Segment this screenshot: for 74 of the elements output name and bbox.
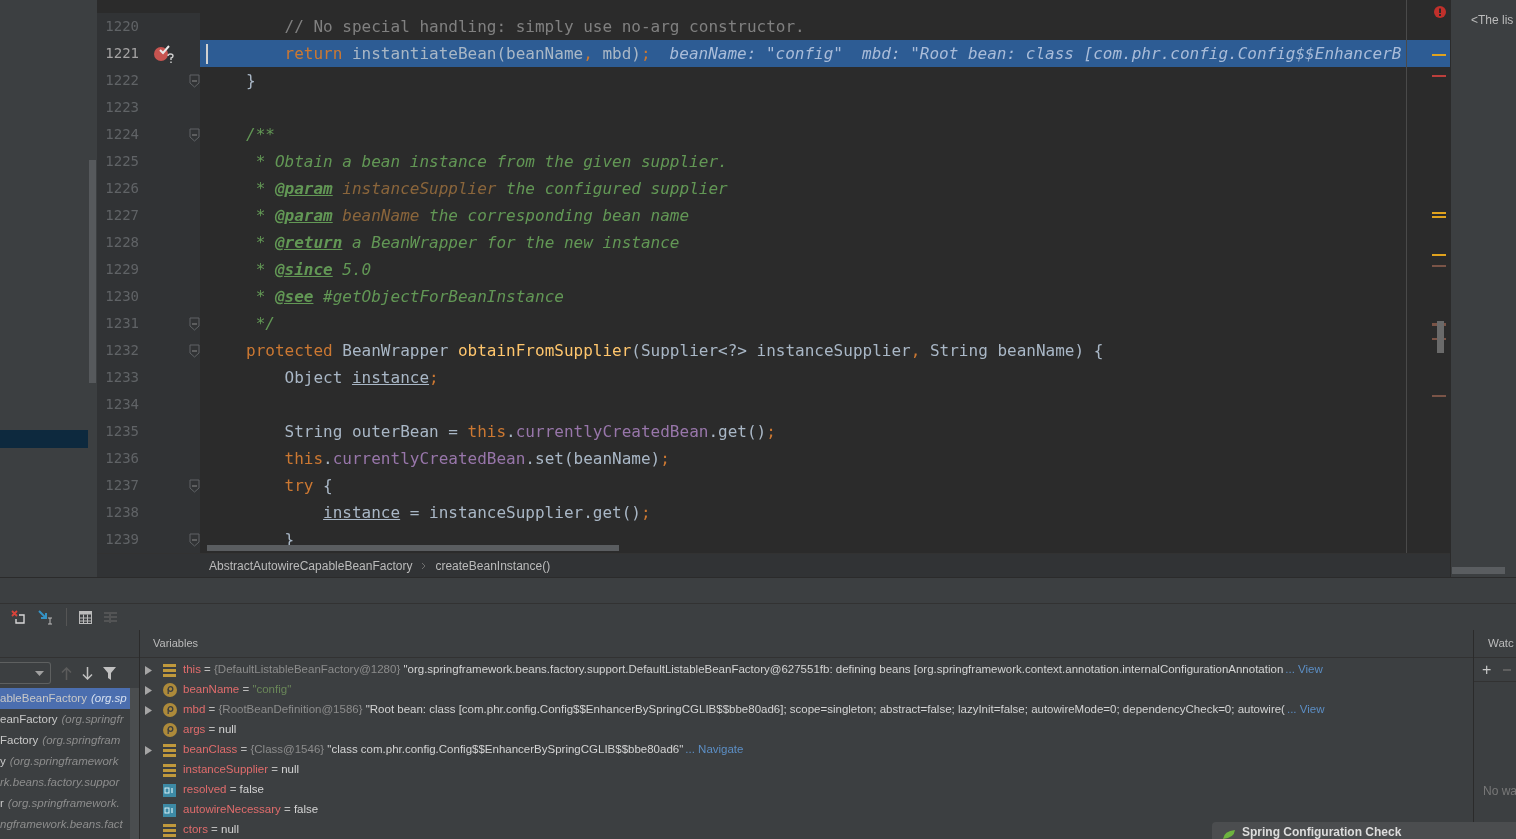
- variable-value[interactable]: mbd = {RootBeanDefinition@1586} "Root bean: class [com.phr.config.Config$$EnhancerBySpringCGLIB$$bbe80ad6]; scope=singleton; abstract=false; lazyInit=false; autowireMode=0; dependencyCheck=0; autowire(: [183, 701, 1285, 719]
- error-icon[interactable]: [1434, 6, 1446, 18]
- code-line: instance = instanceSupplier.get();: [322, 501, 651, 524]
- parameter-icon: [163, 723, 177, 737]
- scrollbar-thumb[interactable]: [89, 160, 96, 383]
- stack-frame[interactable]: eanFactory (org.springfr: [0, 709, 130, 730]
- thread-dropdown[interactable]: [0, 662, 51, 684]
- documentation-text: <The lis: [1471, 13, 1514, 27]
- fold-marker-icon[interactable]: [189, 316, 200, 331]
- caret-icon: [35, 670, 44, 676]
- code-line: }: [246, 69, 256, 92]
- field-icon: [163, 663, 176, 677]
- filter-icon[interactable]: [103, 666, 116, 680]
- fold-marker-icon[interactable]: [189, 532, 200, 547]
- variable-value[interactable]: resolved = false: [183, 781, 264, 799]
- text-caret: [206, 43, 208, 64]
- parameter-icon: [163, 703, 177, 717]
- variable-value[interactable]: ctors = null: [183, 821, 239, 839]
- run-to-cursor-icon[interactable]: [38, 609, 54, 625]
- parameter-icon: [163, 683, 177, 697]
- code-line: * @param instanceSupplier the configured supplier: [254, 177, 728, 200]
- field-icon: [163, 743, 176, 757]
- notification-popup[interactable]: Spring Configuration Check: [1212, 822, 1516, 839]
- code-line: * @since 5.0: [254, 258, 372, 281]
- code-line: Object instance;: [283, 366, 439, 389]
- fold-marker-icon[interactable]: [189, 343, 200, 358]
- code-line: // No special handling: simply use no-arg constructor.: [283, 15, 805, 38]
- horizontal-scrollbar-thumb[interactable]: [207, 545, 619, 551]
- horizontal-scrollbar-thumb[interactable]: [1452, 567, 1505, 574]
- fold-marker-icon[interactable]: [189, 73, 200, 88]
- breadcrumb[interactable]: createBeanInstance(): [435, 556, 551, 575]
- code-line: */: [254, 312, 275, 335]
- variable-value[interactable]: this = {DefaultListableBeanFactory@1280} "org.springframework.beans.factory.support.DefaultListableBeanFactory@627551fb: defining beans [org.springframework.context.annotation.internalConfigurationAnnotation: [183, 661, 1284, 679]
- breadcrumb[interactable]: AbstractAutowireCapableBeanFactory: [209, 556, 413, 575]
- add-watch-button[interactable]: +: [1482, 661, 1492, 678]
- field-icon: [163, 823, 176, 837]
- code-line: return instantiateBean(beanName, mbd);: [283, 42, 651, 65]
- arrow-up-icon[interactable]: [61, 666, 72, 680]
- code-line: * @return a BeanWrapper for the new instance: [254, 231, 680, 254]
- chevron-icon: [421, 561, 427, 570]
- code-line: * @param beanName the corresponding bean name: [254, 204, 690, 227]
- restore-breakpoint-icon[interactable]: [11, 609, 26, 625]
- code-line: String outerBean = this.currentlyCreatedBean.get();: [283, 420, 776, 443]
- watches-tab[interactable]: Watc: [1488, 634, 1514, 653]
- code-line: * Obtain a bean instance from the given supplier.: [254, 150, 728, 173]
- field-icon: [163, 763, 176, 777]
- stack-frame[interactable]: Factory (org.springfram: [0, 730, 130, 751]
- fold-marker-icon[interactable]: [189, 127, 200, 142]
- breakpoint-icon[interactable]: [152, 43, 175, 64]
- stack-frame[interactable]: y (org.springframework: [0, 751, 130, 772]
- expand-arrow-icon[interactable]: [145, 745, 152, 755]
- variable-value[interactable]: instanceSupplier = null: [183, 761, 300, 779]
- leaf-icon: [1222, 829, 1236, 839]
- code-line: /**: [246, 123, 275, 146]
- arrow-down-icon[interactable]: [82, 666, 93, 680]
- inline-value-hint: beanName: "config": [669, 42, 843, 65]
- variable-value[interactable]: autowireNecessary = false: [183, 801, 319, 819]
- calculator-icon[interactable]: [79, 610, 92, 624]
- inline-value-hint: mbd: "Root bean: class [com.phr.config.Config$$EnhancerB: [862, 42, 1402, 65]
- line-number: 1221: [104, 44, 139, 63]
- panel-title: Variables: [153, 636, 199, 652]
- variable-value[interactable]: args = null: [183, 721, 237, 739]
- code-line: protected BeanWrapper obtainFromSupplier(Supplier<?> instanceSupplier, String beanName) {: [246, 339, 1104, 362]
- variable-value[interactable]: beanClass = {Class@1546} "class com.phr.config.Config$$EnhancerBySpringCGLIB$$bbe80ad6": [183, 741, 684, 759]
- primitive-icon: [163, 803, 176, 817]
- code-line: * @see #getObjectForBeanInstance: [254, 285, 564, 308]
- primitive-icon: [163, 783, 176, 797]
- minus-icon[interactable]: [1503, 668, 1512, 671]
- stack-frame[interactable]: r (org.springframework.: [0, 793, 130, 814]
- code-line: this.currentlyCreatedBean.set(beanName);: [283, 447, 670, 470]
- stack-frame[interactable]: ableBeanFactory (org.sp: [0, 688, 130, 709]
- fold-marker-icon[interactable]: [189, 478, 200, 493]
- variable-value[interactable]: beanName = "config": [183, 681, 292, 699]
- code-line: try {: [283, 474, 333, 497]
